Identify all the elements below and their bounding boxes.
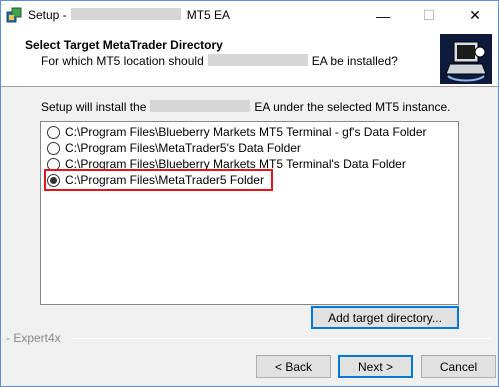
window-title: Setup - MT5 EA xyxy=(28,8,230,22)
radio-button-icon[interactable] xyxy=(47,141,60,155)
wizard-content: Setup will install the EA under the selec… xyxy=(1,87,498,337)
radio-button-icon[interactable] xyxy=(47,125,60,139)
page-subtitle-prefix: For which MT5 location should xyxy=(41,54,204,68)
intro-suffix: EA under the selected MT5 instance. xyxy=(254,100,451,114)
mt5-option-1[interactable]: C:\Program Files\MetaTrader5's Data Fold… xyxy=(47,140,301,156)
intro-prefix: Setup will install the xyxy=(41,100,147,114)
radio-button-checked-icon[interactable] xyxy=(47,173,60,187)
minimize-button[interactable]: — xyxy=(360,1,406,30)
redacted-product-name xyxy=(150,100,251,112)
cancel-button[interactable]: Cancel xyxy=(421,355,496,378)
page-subtitle: For which MT5 location should EA be insta… xyxy=(41,54,398,68)
close-button[interactable]: ✕ xyxy=(452,1,498,30)
maximize-icon: ☐ xyxy=(422,7,436,23)
mt5-option-3[interactable]: C:\Program Files\MetaTrader5 Folder xyxy=(44,169,273,191)
mt5-option-2[interactable]: C:\Program Files\Blueberry Markets MT5 T… xyxy=(47,156,406,172)
page-subtitle-suffix: EA be installed? xyxy=(311,54,398,68)
redacted-product-name xyxy=(207,54,308,66)
setup-app-icon xyxy=(6,7,22,23)
option-label: C:\Program Files\MetaTrader5 Folder xyxy=(65,173,264,187)
footer-divider xyxy=(71,338,491,339)
page-title: Select Target MetaTrader Directory xyxy=(25,38,223,52)
intro-text: Setup will install the EA under the selec… xyxy=(41,100,451,114)
close-icon: ✕ xyxy=(469,7,481,23)
back-button[interactable]: < Back xyxy=(256,355,331,378)
title-bar[interactable]: Setup - MT5 EA — ☐ ✕ xyxy=(1,1,498,30)
installer-computer-icon xyxy=(440,34,492,84)
window-title-suffix: MT5 EA xyxy=(186,8,231,22)
add-target-directory-button[interactable]: Add target directory... xyxy=(311,306,459,329)
mt5-instance-list: C:\Program Files\Blueberry Markets MT5 T… xyxy=(40,121,459,305)
next-button[interactable]: Next > xyxy=(338,355,413,378)
brand-label: - Expert4x xyxy=(6,331,61,345)
window-title-prefix: Setup - xyxy=(28,8,67,22)
maximize-button[interactable]: ☐ xyxy=(406,1,452,30)
minimize-icon: — xyxy=(376,7,390,24)
radio-button-icon[interactable] xyxy=(47,157,60,171)
redacted-product-name xyxy=(70,8,181,20)
wizard-header: Select Target MetaTrader Directory For w… xyxy=(1,30,498,87)
mt5-option-0[interactable]: C:\Program Files\Blueberry Markets MT5 T… xyxy=(47,124,427,140)
option-label: C:\Program Files\Blueberry Markets MT5 T… xyxy=(65,125,427,139)
setup-window: Setup - MT5 EA — ☐ ✕ Select Target MetaTr… xyxy=(0,0,499,387)
option-label: C:\Program Files\Blueberry Markets MT5 T… xyxy=(65,157,406,171)
option-label: C:\Program Files\MetaTrader5's Data Fold… xyxy=(65,141,301,155)
